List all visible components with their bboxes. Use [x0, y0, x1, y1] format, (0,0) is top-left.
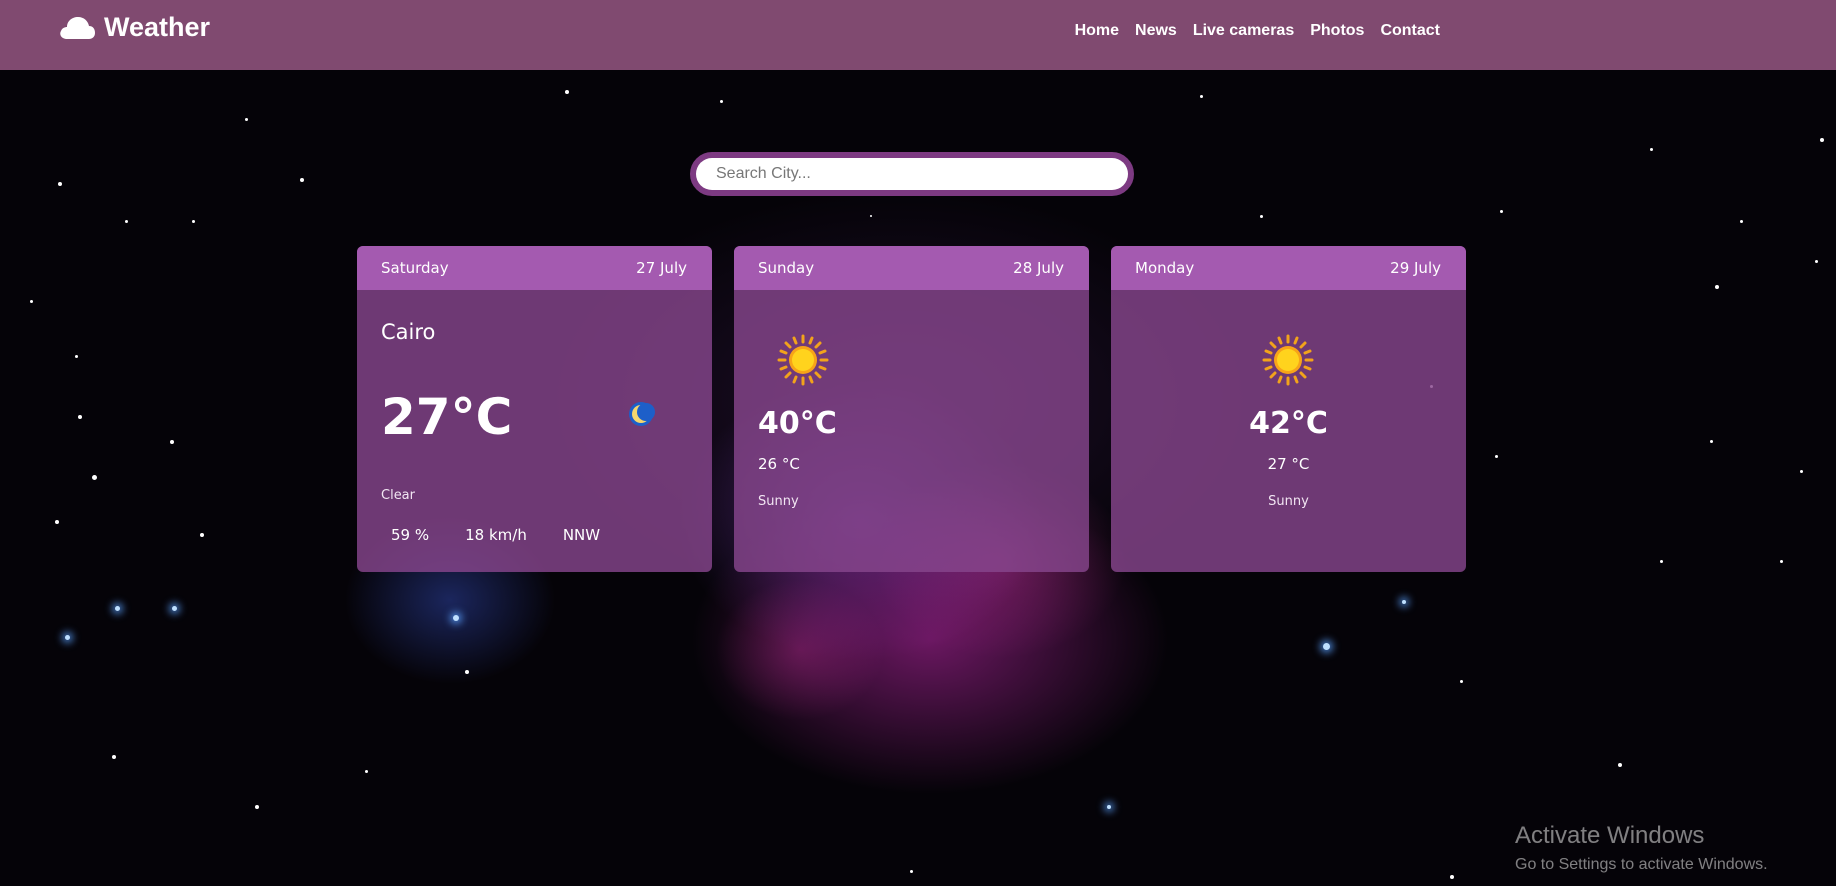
- today-card: Saturday 27 July Cairo 27°C Clear 59 % 1…: [357, 246, 712, 572]
- today-condition: Clear: [381, 488, 415, 503]
- cloud-icon: [60, 16, 95, 39]
- forecast-min-temperature: 26 °C: [758, 455, 800, 473]
- forecast-day: Sunday: [758, 259, 815, 277]
- windows-activation-watermark: Activate Windows Go to Settings to activ…: [1515, 822, 1768, 874]
- forecast-card: Sunday 28 July 40°C 26 °C Sunny: [734, 246, 1089, 572]
- today-date: 27 July: [636, 259, 687, 277]
- nav-photos[interactable]: Photos: [1310, 22, 1364, 40]
- today-card-header: Saturday 27 July: [357, 246, 712, 290]
- brand-title: Weather: [104, 12, 211, 42]
- humidity-value: 59 %: [391, 526, 430, 544]
- current-temperature: 27°C: [381, 388, 513, 446]
- wind-value: 18 km/h: [465, 526, 527, 544]
- navbar: Weather Home News Live cameras Photos Co…: [0, 0, 1836, 70]
- nav-contact[interactable]: Contact: [1380, 22, 1440, 40]
- forecast-max-temperature: 42°C: [1249, 406, 1328, 441]
- forecast-min-temperature: 27 °C: [1267, 455, 1310, 473]
- sun-icon: [1262, 334, 1314, 386]
- watermark-title: Activate Windows: [1515, 822, 1705, 849]
- search-box: [690, 152, 1134, 196]
- humidity: 59 %: [381, 526, 429, 544]
- forecast-card-header: Monday 29 July: [1111, 246, 1466, 290]
- forecast-max-temperature: 40°C: [758, 406, 837, 441]
- sun-icon: [777, 334, 829, 386]
- main-nav: Home News Live cameras Photos Contact: [1075, 22, 1440, 40]
- wind-direction: NNW: [553, 526, 600, 544]
- forecast-condition: Sunny: [1268, 494, 1309, 509]
- forecast-date: 28 July: [1013, 259, 1064, 277]
- forecast-day: Monday: [1135, 259, 1195, 277]
- nav-home[interactable]: Home: [1075, 22, 1119, 40]
- direction-value: NNW: [562, 526, 601, 544]
- nav-news[interactable]: News: [1135, 22, 1177, 40]
- wind-speed: 18 km/h: [455, 526, 527, 544]
- watermark-subtitle: Go to Settings to activate Windows.: [1515, 856, 1768, 873]
- weather-details: 59 % 18 km/h NNW: [381, 526, 600, 544]
- forecast-date: 29 July: [1390, 259, 1441, 277]
- today-day: Saturday: [381, 259, 449, 277]
- forecast-condition: Sunny: [758, 494, 799, 509]
- nav-live-cameras[interactable]: Live cameras: [1193, 22, 1294, 40]
- city-name: Cairo: [381, 320, 436, 344]
- brand[interactable]: Weather: [58, 12, 210, 43]
- forecast-card: Monday 29 July 42°C 27 °C Sunny: [1111, 246, 1466, 572]
- forecast-card-header: Sunday 28 July: [734, 246, 1089, 290]
- moon-icon: [629, 402, 655, 426]
- search-input[interactable]: [696, 158, 1128, 190]
